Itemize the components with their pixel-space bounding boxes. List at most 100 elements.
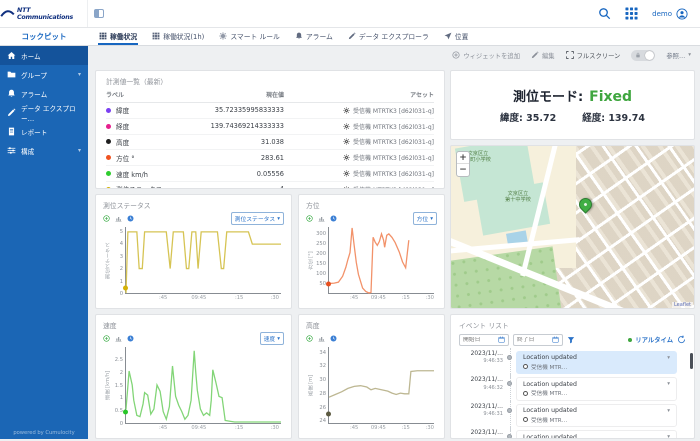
table-row[interactable]: 高度31.038受信機 MTRTK3 [d62l031-q]: [106, 135, 434, 151]
datapoint-dropdown[interactable]: 方位▾: [413, 212, 437, 225]
chevron-down-icon[interactable]: ▾: [667, 434, 670, 439]
plot-area[interactable]: :4509:45:15:30: [125, 227, 281, 294]
tab[interactable]: 稼働状況(1h): [151, 28, 205, 45]
event-row[interactable]: 2023/11/…9:46:31Location updated▾受信機 MTR…: [459, 404, 686, 428]
datapoint-label: 速度 km/h: [106, 169, 174, 179]
event-list-scrollbar[interactable]: [690, 353, 693, 369]
add-datapoint-icon[interactable]: [306, 215, 313, 222]
tab[interactable]: アラーム: [294, 28, 334, 45]
grid-icon: [152, 32, 160, 40]
calendar-icon[interactable]: [552, 336, 559, 343]
event-title-row: Location updated ▾: [523, 354, 670, 361]
chevron-down-icon[interactable]: ▾: [667, 355, 670, 361]
chart-type-icon[interactable]: [318, 215, 325, 222]
fullscreen-button[interactable]: フルスクリーン: [566, 51, 621, 60]
chevron-down-icon: ▾: [277, 336, 280, 342]
plot-area[interactable]: :4509:45:15:30: [328, 347, 434, 424]
table-row[interactable]: 測位ステータス4受信機 MTRTK3 [d62l031-q]: [106, 182, 434, 189]
map-attribution[interactable]: Leaflet: [672, 302, 693, 308]
event-card[interactable]: Location updated▾受信機 MTR…: [516, 377, 677, 401]
y-tick-label: 0.5: [115, 408, 123, 414]
sidebar-collapse-icon[interactable]: [94, 9, 104, 18]
chevron-down-icon[interactable]: ▾: [667, 381, 670, 387]
event-time: 9:46:33: [459, 358, 503, 364]
y-tick-label: 24: [319, 418, 326, 424]
event-card[interactable]: Location updated▾受信機 MTR…: [516, 430, 677, 439]
sidebar-item[interactable]: アラーム: [0, 84, 88, 103]
chart-widget-positioning-status: 測位ステータス測位ステータス▾測位ステータス012345:4509:45:15:…: [95, 194, 292, 309]
current-value-marker: [123, 285, 128, 290]
series-line: [329, 371, 434, 397]
add-datapoint-icon[interactable]: [306, 335, 313, 342]
start-date-input[interactable]: [459, 334, 509, 346]
sidebar-item[interactable]: 構成▾: [0, 141, 88, 160]
tab-label: アラーム: [306, 31, 333, 41]
event-row[interactable]: 2023/11/…9:46:33Location updated▾受信機 MTR…: [459, 351, 686, 375]
datapoint-dropdown[interactable]: 速度▾: [260, 332, 284, 345]
add-datapoint-icon[interactable]: [103, 215, 110, 222]
event-row[interactable]: 2023/11/…Location updated▾受信機 MTR…: [459, 430, 686, 439]
tab[interactable]: データ エクスプローラ: [347, 28, 430, 45]
app-switcher-icon[interactable]: [625, 7, 638, 20]
time-interval-icon[interactable]: [330, 335, 337, 342]
asset-name[interactable]: 受信機 MTRTK3 [d62l031-q]: [353, 137, 434, 146]
datapoint-dropdown[interactable]: 測位ステータス▾: [231, 212, 284, 225]
more-menu-button[interactable]: 参照…▾: [666, 51, 691, 60]
time-interval-icon[interactable]: [127, 215, 134, 222]
tab-label: データ エクスプローラ: [359, 31, 429, 41]
filter-icon[interactable]: [567, 336, 575, 344]
edit-lock-toggle[interactable]: [631, 50, 655, 61]
event-card[interactable]: Location updated▾受信機 MTR…: [516, 351, 677, 375]
asset-name[interactable]: 受信機 MTRTK3 [d62l031-q]: [353, 169, 434, 178]
table-row[interactable]: 方位 °283.61受信機 MTRTK3 [d62l031-q]: [106, 150, 434, 166]
sidebar-item[interactable]: ホーム: [0, 46, 88, 65]
tab[interactable]: 位置: [443, 28, 470, 45]
asset-name[interactable]: 受信機 MTRTK3 [d62l031-q]: [353, 185, 434, 189]
event-timestamp: 2023/11/…9:46:33: [459, 351, 503, 375]
x-tick-label: :30: [426, 295, 434, 301]
zoom-in-button[interactable]: +: [457, 152, 469, 164]
chart-type-icon[interactable]: [115, 215, 122, 222]
chevron-down-icon: ▾: [688, 52, 691, 58]
y-tick-label: 300: [316, 231, 326, 237]
tab[interactable]: スマート ルール: [218, 28, 281, 45]
tab-label: スマート ルール: [230, 31, 280, 41]
y-tick-label: 150: [316, 261, 326, 267]
user-menu[interactable]: demo: [652, 8, 688, 20]
chart-body: 方位 [°]50100150200250300:4509:45:15:30: [306, 227, 437, 303]
event-card[interactable]: Location updated▾受信機 MTR…: [516, 404, 677, 428]
top-bar: NTT Communications demo: [0, 0, 700, 28]
plot-area[interactable]: :4509:45:15:30: [328, 227, 434, 294]
event-title-row: Location updated▾: [523, 434, 670, 439]
sidebar-item[interactable]: グループ▾: [0, 65, 88, 84]
event-row[interactable]: 2023/11/…9:46:32Location updated▾受信機 MTR…: [459, 377, 686, 401]
chevron-down-icon[interactable]: ▾: [667, 408, 670, 414]
end-date-input[interactable]: [513, 334, 563, 346]
plot-area[interactable]: :4509:45:15:30: [125, 347, 281, 424]
realtime-indicator[interactable]: リアルタイム: [628, 335, 673, 344]
table-row[interactable]: 緯度35.72335995833333受信機 MTRTK3 [d62l031-q…: [106, 103, 434, 119]
event-title: Location updated: [523, 354, 577, 361]
sidebar-item[interactable]: データ エクスプロー…: [0, 103, 88, 122]
time-interval-icon[interactable]: [330, 215, 337, 222]
search-icon[interactable]: [598, 7, 611, 20]
table-row[interactable]: 速度 km/h0.05556受信機 MTRTK3 [d62l031-q]: [106, 166, 434, 182]
refresh-icon[interactable]: [677, 335, 686, 344]
tab[interactable]: 稼働状況: [98, 28, 138, 45]
sidebar-item[interactable]: レポート: [0, 122, 88, 141]
add-widget-button[interactable]: ウィジェットを追加: [452, 51, 520, 60]
chart-type-icon[interactable]: [318, 335, 325, 342]
timeline-dot-icon: [507, 381, 512, 386]
chart-type-icon[interactable]: [115, 335, 122, 342]
chart-body: 高度 [m]242628303234:4509:45:15:30: [306, 347, 437, 433]
plus-circle-icon: [452, 51, 460, 59]
table-row[interactable]: 経度139.74369214333333受信機 MTRTK3 [d62l031-…: [106, 119, 434, 135]
asset-name[interactable]: 受信機 MTRTK3 [d62l031-q]: [353, 153, 434, 162]
zoom-out-button[interactable]: −: [457, 164, 469, 176]
time-interval-icon[interactable]: [127, 335, 134, 342]
asset-name[interactable]: 受信機 MTRTK3 [d62l031-q]: [353, 106, 434, 115]
add-datapoint-icon[interactable]: [103, 335, 110, 342]
edit-button[interactable]: 編集: [531, 51, 555, 60]
calendar-icon[interactable]: [498, 336, 505, 343]
asset-name[interactable]: 受信機 MTRTK3 [d62l031-q]: [353, 122, 434, 131]
